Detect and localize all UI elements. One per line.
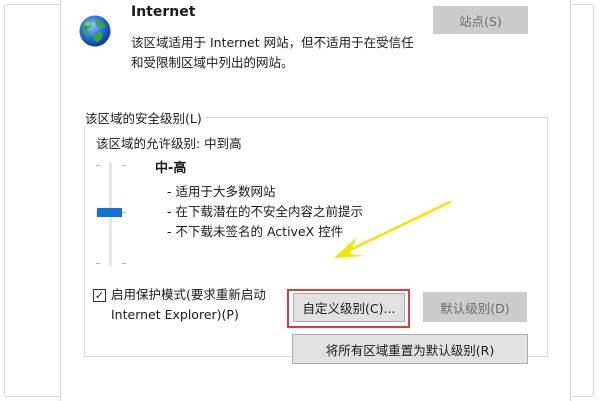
- highlight-box: [287, 289, 410, 328]
- default-level-button[interactable]: 默认级别(D): [423, 292, 527, 322]
- slider-tick: [122, 165, 126, 166]
- panel-right-edge: [570, 0, 571, 401]
- slider-tick: [122, 212, 126, 213]
- reset-all-zones-button[interactable]: 将所有区域重置为默认级别(R): [292, 334, 528, 364]
- security-level-name: 中-高: [155, 161, 187, 176]
- protected-mode-label[interactable]: 启用保护模式(要求重新启动 Internet Explorer)(P): [111, 285, 266, 325]
- panel-left-edge: [60, 0, 61, 401]
- zone-description-line: 该区域适用于 Internet 网站，但不适用于在受信任: [131, 35, 414, 50]
- security-level-group-label: 该区域的安全级别(L): [82, 108, 205, 127]
- zone-title: Internet: [131, 4, 196, 20]
- slider-thumb[interactable]: [97, 208, 122, 217]
- slider-tick: [122, 263, 126, 264]
- protected-mode-label-line: Internet Explorer)(P): [111, 307, 239, 322]
- zone-description: 该区域适用于 Internet 网站，但不适用于在受信任 和受限制区域中列出的网…: [131, 33, 431, 73]
- protected-mode-label-line: 启用保护模式(要求重新启动: [111, 287, 266, 302]
- protected-mode-checkbox[interactable]: ✓: [93, 289, 106, 302]
- sites-button[interactable]: 站点(S): [433, 6, 528, 34]
- annotation-arrow-icon: [334, 200, 452, 258]
- zone-description-line: 和受限制区域中列出的网站。: [131, 55, 294, 70]
- allowed-levels-text: 该区域的允许级别: 中到高: [96, 136, 242, 151]
- globe-icon: [79, 15, 111, 47]
- slider-tick: [96, 263, 100, 264]
- slider-tick: [96, 165, 100, 166]
